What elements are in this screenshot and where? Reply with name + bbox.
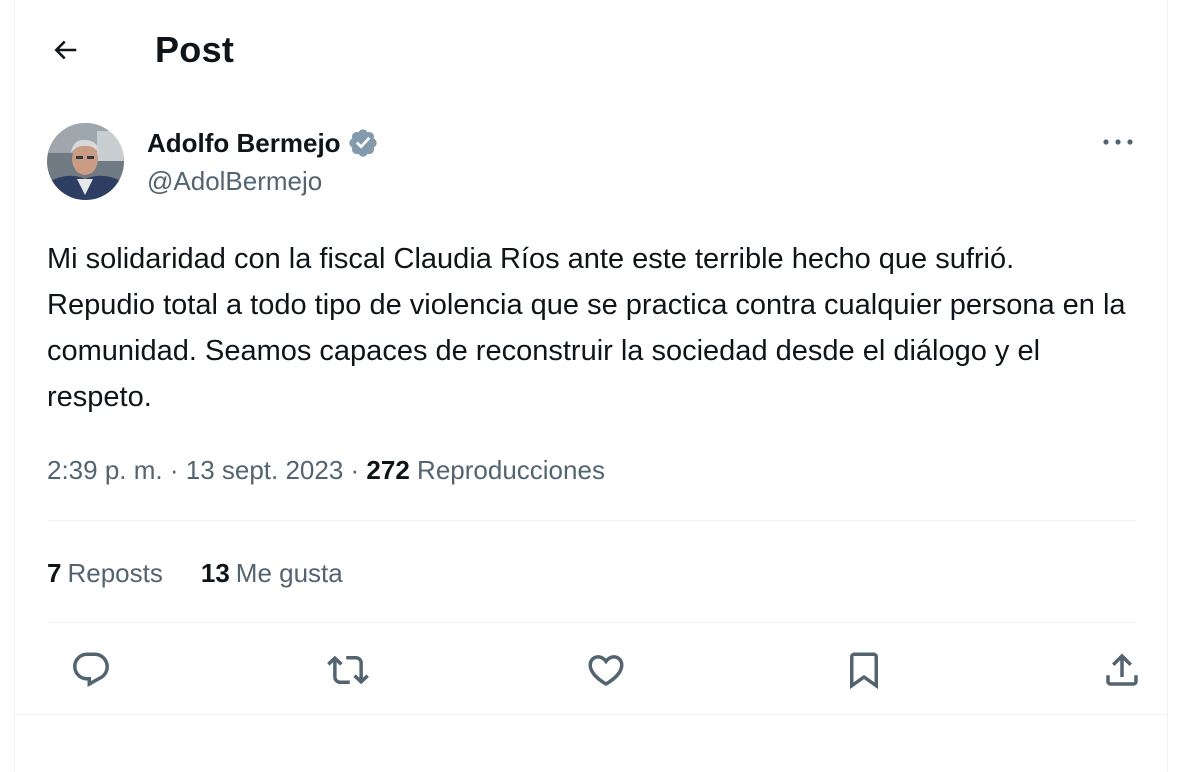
reposts-stat[interactable]: 7 Reposts xyxy=(47,556,163,590)
views-label: Reproducciones xyxy=(417,455,605,485)
reposts-label: Reposts xyxy=(67,558,163,588)
tweet-meta: 2:39 p. m. · 13 sept. 2023 · 272 Reprodu… xyxy=(47,452,605,488)
meta-separator: · xyxy=(343,455,367,485)
tweet-text: Mi solidaridad con la fiscal Claudia Río… xyxy=(47,243,1126,413)
tweet-date[interactable]: 13 sept. 2023 xyxy=(186,455,344,485)
bookmark-icon xyxy=(850,652,878,690)
repost-button[interactable] xyxy=(322,644,374,696)
likes-count: 13 xyxy=(200,558,230,588)
post-page: Post Adolfo Bermejo @AdolBermejo Mi soli… xyxy=(14,0,1168,772)
author-handle[interactable]: @AdolBermejo xyxy=(147,164,322,198)
reposts-count: 7 xyxy=(47,558,62,588)
reply-icon xyxy=(73,652,109,687)
page-title: Post xyxy=(155,29,235,70)
more-options-button[interactable] xyxy=(1098,126,1138,158)
reply-button[interactable] xyxy=(65,644,117,696)
page-header: Post xyxy=(15,0,1167,100)
divider xyxy=(47,622,1137,623)
likes-stat[interactable]: 13 Me gusta xyxy=(201,556,343,590)
action-bar xyxy=(47,644,1138,696)
avatar-photo xyxy=(47,123,124,200)
share-button[interactable] xyxy=(1096,644,1148,696)
likes-label: Me gusta xyxy=(235,558,343,588)
avatar[interactable] xyxy=(47,123,124,200)
author-name[interactable]: Adolfo Bermejo xyxy=(147,124,341,162)
verified-badge-icon[interactable] xyxy=(347,127,379,159)
bookmark-button[interactable] xyxy=(838,644,890,696)
share-icon xyxy=(1106,653,1138,686)
meta-separator: · xyxy=(162,455,186,485)
repost-icon xyxy=(327,655,369,685)
author-name-row: Adolfo Bermejo xyxy=(147,124,379,162)
back-button[interactable] xyxy=(45,30,85,70)
divider xyxy=(15,714,1167,715)
more-horizontal-icon xyxy=(1103,139,1133,145)
tweet-time[interactable]: 2:39 p. m. xyxy=(47,455,163,485)
like-button[interactable] xyxy=(580,644,632,696)
divider xyxy=(47,520,1137,521)
arrow-left-icon xyxy=(54,40,77,60)
like-icon xyxy=(588,655,624,687)
engagement-stats: 7 Reposts 13 Me gusta xyxy=(47,556,343,590)
views-count: 272 xyxy=(366,455,410,485)
